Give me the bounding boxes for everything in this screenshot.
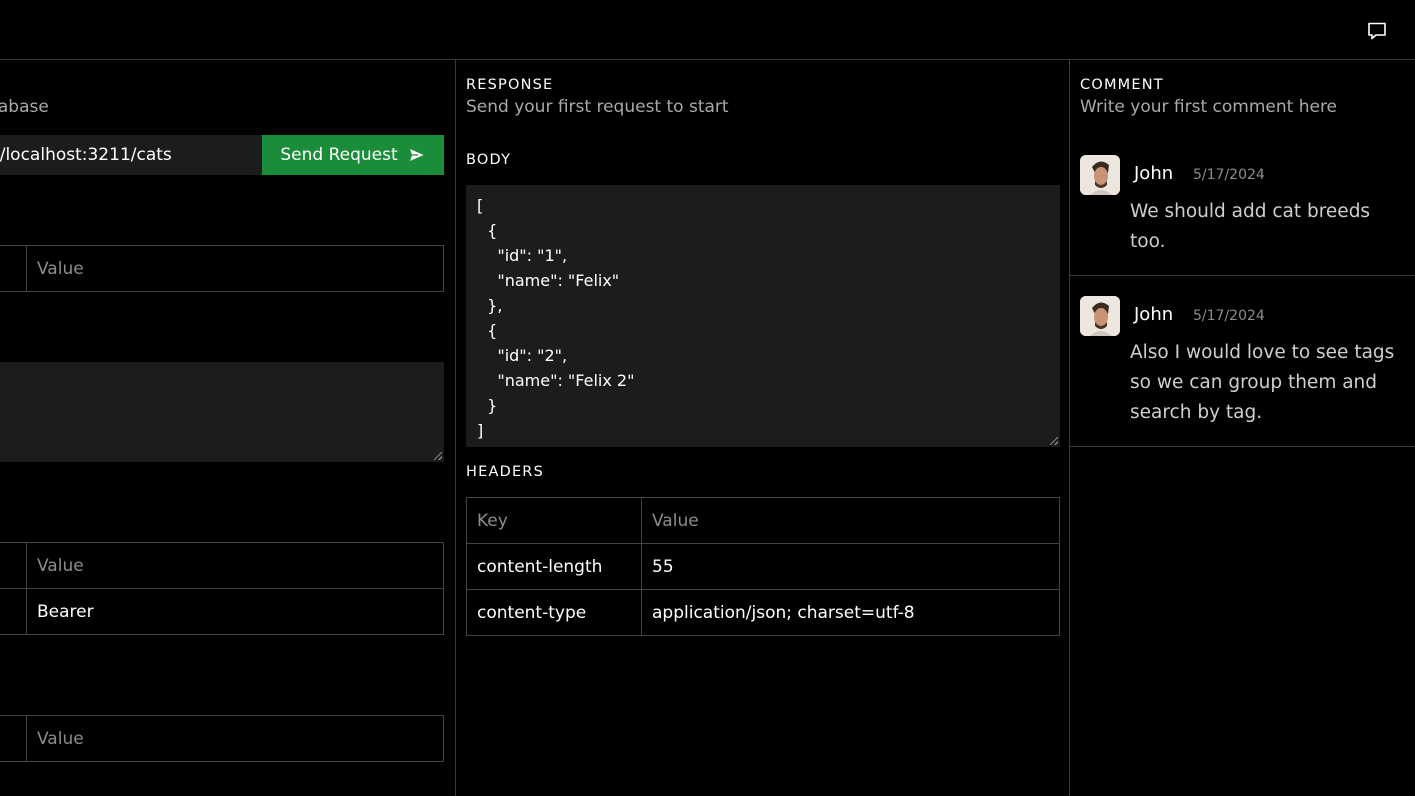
comments-title: COMMENT — [1080, 77, 1164, 93]
response-subtitle: Send your first request to start — [466, 97, 729, 117]
key-cell[interactable] — [0, 542, 27, 589]
comment-item: John 5/17/2024 Also I would love to see … — [1070, 296, 1415, 447]
resize-handle[interactable] — [1050, 437, 1058, 445]
send-request-label: Send Request — [280, 145, 398, 165]
value-cell[interactable]: 55 — [641, 543, 1060, 590]
table-row: content-type application/json; charset=u… — [466, 589, 1060, 636]
comment-text: We should add cat breeds too. — [1130, 201, 1371, 252]
top-bar — [0, 0, 1415, 60]
response-title: RESPONSE — [466, 77, 554, 93]
request-subtitle: database — [0, 97, 49, 117]
response-headers-table: Key Value content-length 55 content-type… — [466, 497, 1060, 636]
request-body-textarea[interactable] — [0, 362, 444, 462]
value-cell[interactable]: Value — [641, 497, 1060, 544]
params-table: Value — [0, 245, 444, 292]
user-photo-avatar — [1080, 155, 1120, 195]
value-cell[interactable]: Value — [26, 542, 444, 589]
key-cell[interactable] — [0, 588, 27, 635]
table-row: Key Value — [466, 497, 1060, 544]
table-row: content-length 55 — [466, 543, 1060, 590]
comment-author: John — [1134, 304, 1174, 325]
key-cell[interactable] — [0, 715, 27, 762]
comment-toggle-button[interactable] — [1367, 21, 1387, 41]
paper-plane-icon — [408, 147, 426, 163]
avatar — [1080, 296, 1120, 336]
request-panel: database //localhost:3211/cats Send Requ… — [0, 60, 455, 796]
key-cell[interactable]: content-length — [466, 543, 642, 590]
value-cell[interactable]: Bearer — [26, 588, 444, 635]
comment-author: John — [1134, 163, 1174, 184]
comment-item: John 5/17/2024 We should add cat breeds … — [1070, 155, 1415, 276]
extra-table: Value — [0, 715, 444, 762]
response-panel: RESPONSE Send your first request to star… — [455, 60, 1070, 796]
response-body-textarea[interactable]: [ { "id": "1", "name": "Felix" }, { "id"… — [466, 185, 1060, 447]
user-photo-avatar — [1080, 296, 1120, 336]
table-row: Value — [0, 542, 444, 589]
table-row: Value — [0, 245, 444, 292]
url-value: //localhost:3211/cats — [0, 145, 172, 165]
avatar — [1080, 155, 1120, 195]
comment-date: 5/17/2024 — [1193, 167, 1265, 183]
speech-bubble-icon — [1368, 22, 1386, 40]
key-cell[interactable] — [0, 245, 27, 292]
response-body-text: [ { "id": "1", "name": "Felix" }, { "id"… — [477, 196, 635, 440]
value-cell[interactable]: Value — [26, 245, 444, 292]
value-cell[interactable]: Value — [26, 715, 444, 762]
key-cell[interactable]: Key — [466, 497, 642, 544]
table-row: Bearer — [0, 588, 444, 635]
resize-handle[interactable] — [434, 452, 442, 460]
comments-panel: COMMENT Write your first comment here Jo… — [1069, 60, 1415, 796]
key-cell[interactable]: content-type — [466, 589, 642, 636]
value-cell[interactable]: application/json; charset=utf-8 — [641, 589, 1060, 636]
table-row: Value — [0, 715, 444, 762]
comment-date: 5/17/2024 — [1193, 308, 1265, 324]
url-input[interactable]: //localhost:3211/cats — [0, 135, 262, 175]
request-headers-table: Value Bearer — [0, 542, 444, 635]
comment-text: Also I would love to see tags so we can … — [1130, 342, 1395, 423]
comments-subtitle[interactable]: Write your first comment here — [1080, 97, 1337, 117]
body-title: BODY — [466, 152, 512, 168]
headers-title: HEADERS — [466, 464, 544, 480]
send-request-button[interactable]: Send Request — [262, 135, 444, 175]
